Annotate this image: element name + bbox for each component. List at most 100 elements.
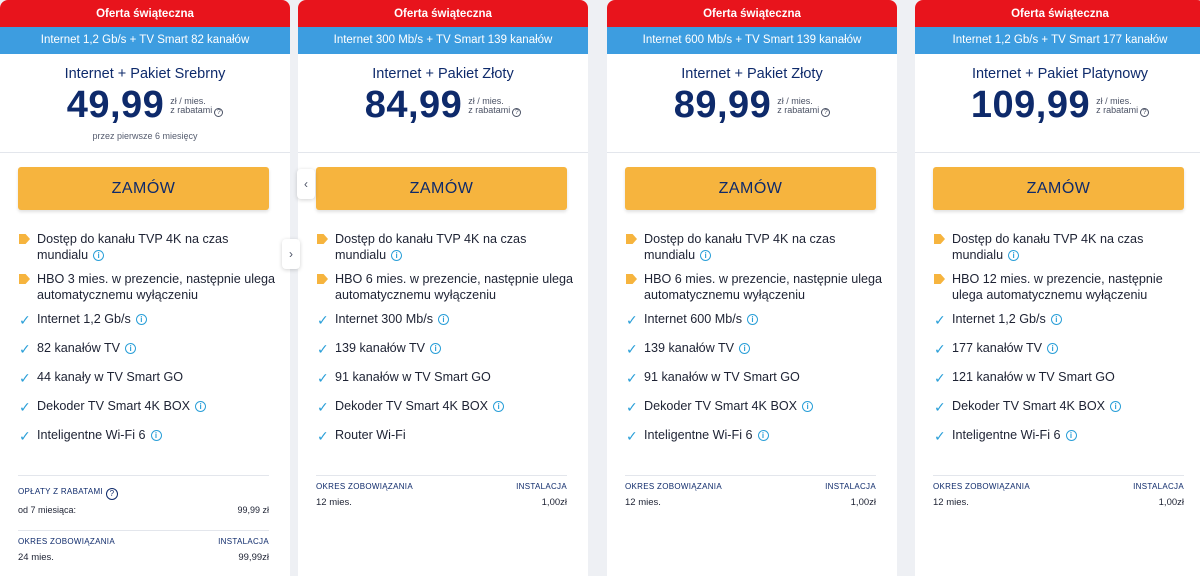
feature-item: ✓ Internet 600 Mb/s i: [626, 311, 886, 328]
info-icon[interactable]: ?: [821, 108, 831, 117]
feature-item: Dostęp do kanału TVP 4K na czas mundialu…: [19, 231, 279, 263]
info-icon[interactable]: i: [430, 343, 442, 354]
feature-list: Dostęp do kanału TVP 4K na czas mundialu…: [626, 231, 886, 456]
feature-text-wrap: Internet 1,2 Gb/s i: [37, 311, 147, 327]
info-icon[interactable]: i: [747, 314, 759, 325]
feature-text-wrap: Dostęp do kanału TVP 4K na czas mundialu…: [644, 231, 886, 263]
feature-text: Dostęp do kanału TVP 4K na czas mundialu: [644, 232, 836, 262]
feature-item: ✓ 121 kanałów w TV Smart GO: [934, 369, 1194, 386]
info-icon[interactable]: i: [1065, 430, 1077, 441]
price-unit: zł / mies. z rabatami?: [468, 97, 522, 117]
info-icon[interactable]: i: [195, 401, 207, 412]
info-icon[interactable]: i: [1050, 314, 1062, 325]
discount-line: z rabatami: [170, 105, 213, 115]
feature-text-wrap: 139 kanałów TV i: [335, 340, 442, 356]
info-icon[interactable]: i: [757, 430, 769, 441]
prev-arrow-button[interactable]: ‹: [297, 169, 315, 199]
info-icon[interactable]: i: [802, 401, 814, 412]
help-icon[interactable]: ?: [105, 488, 118, 500]
commitment-labels: OKRES ZOBOWIĄZANIA INSTALACJA: [625, 482, 876, 491]
info-icon[interactable]: i: [493, 401, 505, 412]
commitment-values: 12 mies. 1,00zł: [316, 491, 567, 508]
feature-text: Dekoder TV Smart 4K BOX: [37, 399, 191, 413]
feature-text-wrap: 91 kanałów w TV Smart GO: [644, 369, 800, 385]
feature-item: ✓ 139 kanałów TV i: [317, 340, 577, 357]
order-button[interactable]: ZAMÓW: [933, 167, 1184, 210]
feature-text: Internet 300 Mb/s: [335, 312, 434, 326]
info-icon[interactable]: i: [1110, 401, 1122, 412]
feature-text-wrap: HBO 6 mies. w prezencie, następnie ulega…: [335, 271, 577, 303]
info-icon[interactable]: i: [739, 343, 751, 354]
feature-text: 44 kanały w TV Smart GO: [37, 370, 184, 384]
commitment-label: OKRES ZOBOWIĄZANIA: [316, 482, 413, 491]
feature-text-wrap: 139 kanałów TV i: [644, 340, 751, 356]
info-icon[interactable]: i: [438, 314, 450, 325]
feature-text-wrap: 91 kanałów w TV Smart GO: [335, 369, 491, 385]
feature-text: HBO 12 mies. w prezencie, następnie uleg…: [952, 272, 1163, 302]
price-row: 109,99 zł / mies. z rabatami?: [915, 84, 1200, 126]
info-icon[interactable]: ?: [1140, 108, 1150, 117]
order-button[interactable]: ZAMÓW: [18, 167, 269, 210]
feature-text-wrap: 44 kanały w TV Smart GO: [37, 369, 183, 385]
feature-text: Internet 1,2 Gb/s: [952, 312, 1046, 326]
feature-text-wrap: Internet 1,2 Gb/s i: [952, 311, 1062, 327]
package-name: Internet + Pakiet Srebrny: [64, 66, 226, 82]
bundle-banner: Internet 1,2 Gb/s + TV Smart 82 kanałów: [0, 27, 290, 54]
check-icon: ✓: [317, 341, 329, 357]
info-icon[interactable]: i: [700, 250, 712, 261]
price-value: 84,99: [364, 84, 463, 126]
commitment-labels: OKRES ZOBOWIĄZANIA INSTALACJA: [18, 537, 269, 546]
fees-value: 99,99 zł: [237, 505, 269, 515]
tag-icon: [934, 232, 952, 248]
info-icon[interactable]: i: [150, 430, 162, 441]
offer-card: Oferta świąteczna Internet 600 Mb/s + TV …: [607, 0, 897, 576]
check-icon: ✓: [317, 312, 329, 328]
feature-item: ✓ Internet 1,2 Gb/s i: [934, 311, 1194, 328]
order-button[interactable]: ZAMÓW: [316, 167, 567, 210]
fees-row: od 7 miesiąca: 99,99 zł: [18, 505, 269, 515]
feature-item: ✓ Dekoder TV Smart 4K BOX i: [934, 398, 1194, 415]
info-icon[interactable]: i: [1008, 250, 1020, 261]
feature-text: HBO 6 mies. w prezencie, następnie ulega…: [335, 272, 574, 302]
check-icon: ✓: [317, 428, 329, 444]
info-icon[interactable]: i: [135, 314, 147, 325]
tag-icon: [317, 272, 335, 288]
feature-text-wrap: Inteligentne Wi-Fi 6 i: [952, 427, 1077, 443]
commitment-label: OKRES ZOBOWIĄZANIA: [18, 537, 115, 546]
feature-text-wrap: HBO 3 mies. w prezencie, następnie ulega…: [37, 271, 279, 303]
feature-text: HBO 3 mies. w prezencie, następnie ulega…: [37, 272, 276, 302]
commitment-value: 12 mies.: [316, 497, 352, 508]
info-icon[interactable]: i: [391, 250, 403, 261]
next-arrow-button[interactable]: ›: [282, 239, 300, 269]
feature-text-wrap: HBO 6 mies. w prezencie, następnie ulega…: [644, 271, 886, 303]
installation-label: INSTALACJA: [218, 537, 269, 546]
feature-item: ✓ Dekoder TV Smart 4K BOX i: [19, 398, 279, 415]
feature-item: ✓ 91 kanałów w TV Smart GO: [317, 369, 577, 386]
feature-item: ✓ Inteligentne Wi-Fi 6 i: [19, 427, 279, 444]
feature-text-wrap: Router Wi-Fi: [335, 427, 406, 443]
feature-item: Dostęp do kanału TVP 4K na czas mundialu…: [626, 231, 886, 263]
offer-card: Oferta świąteczna Internet 1,2 Gb/s + TV …: [915, 0, 1200, 576]
tag-icon: [19, 232, 37, 248]
info-icon[interactable]: i: [125, 343, 137, 354]
price-value: 89,99: [673, 84, 772, 126]
commitment-labels: OKRES ZOBOWIĄZANIA INSTALACJA: [316, 482, 567, 491]
tag-icon: [934, 272, 952, 288]
feature-text: 121 kanałów w TV Smart GO: [952, 370, 1115, 384]
feature-item: ✓ Internet 300 Mb/s i: [317, 311, 577, 328]
package-name: Internet + Pakiet Złoty: [681, 66, 823, 82]
info-icon[interactable]: ?: [214, 108, 224, 117]
installation-value: 1,00zł: [1158, 497, 1184, 508]
info-icon[interactable]: i: [1047, 343, 1059, 354]
info-icon[interactable]: ?: [512, 108, 522, 117]
price-unit: zł / mies. z rabatami?: [170, 97, 224, 117]
feature-text: Internet 600 Mb/s: [644, 312, 743, 326]
offer-card: Oferta świąteczna Internet 300 Mb/s + TV …: [298, 0, 588, 576]
order-button[interactable]: ZAMÓW: [625, 167, 876, 210]
check-icon: ✓: [317, 370, 329, 386]
info-icon[interactable]: i: [93, 250, 105, 261]
check-icon: ✓: [317, 399, 329, 415]
feature-text: Inteligentne Wi-Fi 6: [37, 428, 146, 442]
price-value: 49,99: [66, 84, 165, 126]
price-row: 84,99 zł / mies. z rabatami?: [298, 84, 588, 126]
